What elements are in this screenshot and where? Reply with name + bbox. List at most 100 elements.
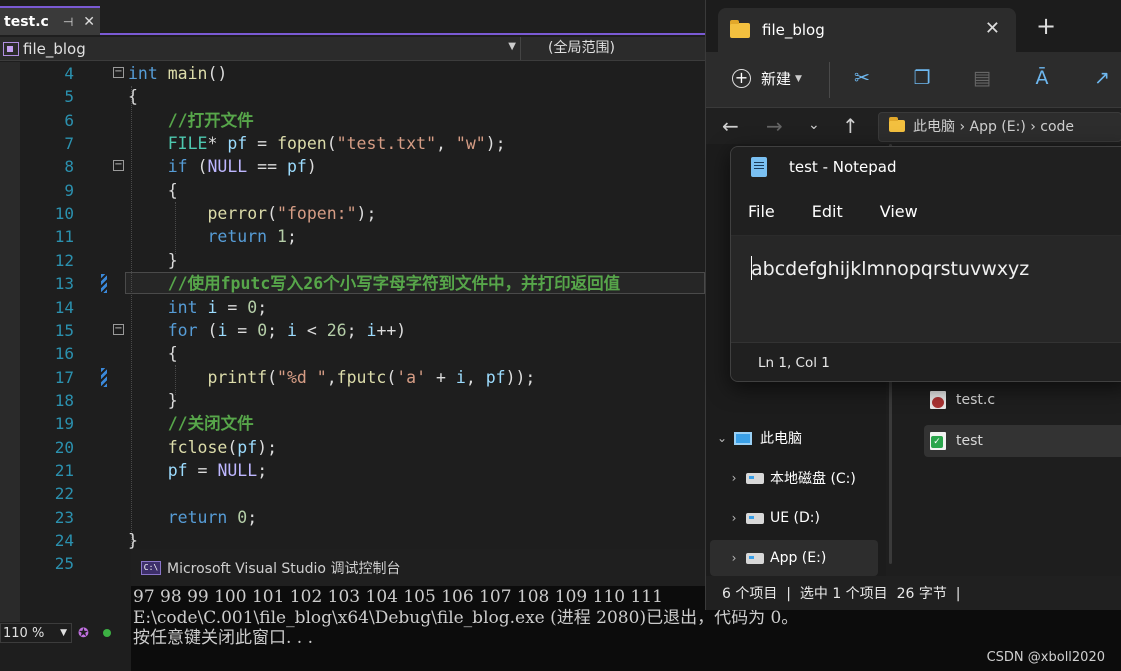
code-text: } bbox=[128, 390, 178, 410]
file-item-test[interactable]: test bbox=[924, 425, 1121, 457]
line-number: 12 bbox=[54, 250, 74, 270]
close-tab-icon[interactable]: ✕ bbox=[83, 14, 95, 30]
expand-chevron-icon[interactable]: › bbox=[722, 511, 746, 525]
explorer-status-bar: 6 个项目 | 选中 1 个项目 26 字节 | bbox=[706, 576, 1121, 610]
code-line[interactable]: 21 pf = NULL; bbox=[0, 459, 705, 482]
menu-view[interactable]: View bbox=[880, 202, 918, 221]
code-line[interactable]: 4 − int main() bbox=[0, 62, 705, 85]
line-number: 17 bbox=[54, 367, 74, 387]
line-number: 6 bbox=[64, 110, 74, 130]
code-line[interactable]: 17 printf("%d ",fputc('a' + i, pf)); bbox=[0, 366, 705, 389]
tab-test-c[interactable]: test.c ⊣ ✕ bbox=[0, 6, 100, 35]
notepad-status-bar: Ln 1, Col 1 bbox=[731, 342, 1121, 381]
menu-file[interactable]: File bbox=[748, 202, 775, 221]
code-line[interactable]: 18 } bbox=[0, 389, 705, 412]
sidebar-item-label: UE (D:) bbox=[770, 510, 820, 526]
expand-chevron-icon[interactable]: › bbox=[722, 551, 746, 565]
line-number: 23 bbox=[54, 507, 74, 527]
share-icon[interactable]: ↗ bbox=[1090, 66, 1114, 90]
new-tab-button[interactable]: + bbox=[1036, 12, 1056, 40]
code-text: return 1; bbox=[207, 227, 297, 247]
expand-chevron-icon[interactable]: ⌄ bbox=[710, 431, 734, 445]
desktop: test.c ⊣ ✕ file_blog ▼ (全局范围) 4− int main… bbox=[0, 0, 1121, 671]
code-text: printf("%d ",fputc('a' + i, pf)); bbox=[207, 367, 536, 387]
code-line[interactable]: 19 //关闭文件 bbox=[0, 412, 705, 435]
sidebar-item-drive-c[interactable]: › 本地磁盘 (C:) bbox=[710, 460, 878, 496]
code-line[interactable]: 23 return 0; bbox=[0, 506, 705, 529]
sidebar-item-this-pc[interactable]: ⌄ 此电脑 bbox=[710, 420, 878, 456]
notepad-icon bbox=[751, 157, 767, 177]
chevron-down-icon: ▼ bbox=[508, 41, 516, 52]
code-text: pf = NULL; bbox=[167, 460, 268, 480]
copy-icon[interactable]: ❐ bbox=[910, 66, 934, 90]
code-line[interactable]: 13 //使用fputc写入26个小写字母字符到文件中，并打印返回值 bbox=[0, 272, 705, 295]
copilot-icon[interactable]: ✪ bbox=[78, 626, 89, 641]
collapse-icon[interactable]: − bbox=[113, 323, 124, 335]
line-number: 7 bbox=[64, 134, 74, 154]
code-editor[interactable]: 4− int main() 5{6 //打开文件 7 FILE* pf = fopen… bbox=[0, 62, 705, 622]
paste-icon[interactable]: ▤ bbox=[970, 66, 994, 90]
notepad-title-bar[interactable]: test - Notepad bbox=[731, 147, 1121, 187]
console-title: Microsoft Visual Studio 调试控制台 bbox=[167, 560, 401, 577]
code-text: perror("fopen:"); bbox=[207, 204, 377, 224]
notepad-window[interactable]: test - Notepad File Edit View abcdefghij… bbox=[730, 146, 1121, 382]
collapse-icon[interactable]: − bbox=[113, 160, 124, 172]
line-number: 4 bbox=[64, 64, 74, 83]
code-line[interactable]: 5{ bbox=[0, 85, 705, 108]
line-number: 13 bbox=[54, 274, 74, 294]
new-button-label: 新建 bbox=[761, 70, 792, 88]
code-text: //使用fputc写入26个小写字母字符到文件中，并打印返回值 bbox=[167, 274, 621, 294]
file-item-test-c[interactable]: test.c bbox=[924, 384, 1121, 416]
code-line[interactable]: 8 − if (NULL == pf) bbox=[0, 155, 705, 178]
notepad-title: test - Notepad bbox=[789, 158, 897, 176]
sidebar-item-label: 此电脑 bbox=[760, 431, 802, 447]
code-line[interactable]: 9 { bbox=[0, 179, 705, 202]
code-line[interactable]: 11 return 1; bbox=[0, 225, 705, 248]
code-line[interactable]: 10 perror("fopen:"); bbox=[0, 202, 705, 225]
code-line[interactable]: 20 fclose(pf); bbox=[0, 436, 705, 459]
c-source-file-icon bbox=[930, 391, 946, 409]
expand-chevron-icon[interactable]: › bbox=[722, 471, 746, 485]
sidebar-item-label: 本地磁盘 (C:) bbox=[770, 471, 856, 487]
code-line[interactable]: 14 int i = 0; bbox=[0, 296, 705, 319]
cut-icon[interactable]: ✂ bbox=[850, 66, 874, 90]
notepad-text-area[interactable]: abcdefghijklmnopqrstuvwxyz bbox=[731, 236, 1121, 342]
code-line[interactable]: 7 FILE* pf = fopen("test.txt", "w"); bbox=[0, 132, 705, 155]
zoom-dropdown[interactable]: 110 % ▼ bbox=[0, 623, 72, 643]
vs-navigation-bar: file_blog ▼ (全局范围) bbox=[0, 37, 705, 61]
sidebar-item-drive-e[interactable]: › App (E:) bbox=[710, 540, 878, 576]
code-text: if (NULL == pf) bbox=[167, 157, 317, 177]
address-bar[interactable]: 此电脑 › App (E:) › code bbox=[878, 112, 1121, 142]
menu-edit[interactable]: Edit bbox=[812, 202, 843, 221]
code-line[interactable]: 22 bbox=[0, 482, 705, 505]
code-text: int main() bbox=[128, 64, 228, 83]
drive-icon bbox=[746, 472, 764, 484]
pin-icon[interactable]: ⊣ bbox=[63, 15, 73, 29]
watermark: CSDN @xboll2020 bbox=[986, 650, 1105, 665]
line-number: 10 bbox=[54, 204, 74, 224]
forward-arrow-icon[interactable]: → bbox=[766, 114, 783, 138]
line-number: 11 bbox=[54, 227, 74, 247]
explorer-tab[interactable]: file_blog ✕ bbox=[718, 8, 1016, 52]
new-button[interactable]: + 新建 ▼ bbox=[732, 68, 802, 89]
recent-chevron-icon[interactable]: ⌄ bbox=[808, 117, 820, 133]
code-line[interactable]: 16 { bbox=[0, 342, 705, 365]
rename-icon[interactable]: Ā bbox=[1030, 66, 1054, 90]
code-line[interactable]: 6 //打开文件 bbox=[0, 109, 705, 132]
sidebar-item-drive-d[interactable]: › UE (D:) bbox=[710, 500, 878, 536]
code-line[interactable]: 12 } bbox=[0, 249, 705, 272]
up-arrow-icon[interactable]: ↑ bbox=[842, 114, 859, 138]
code-line[interactable]: 15 − for (i = 0; i < 26; i++) bbox=[0, 319, 705, 342]
project-dropdown[interactable]: file_blog ▼ bbox=[0, 37, 520, 60]
folder-icon bbox=[889, 117, 905, 132]
file-name: test.c bbox=[956, 392, 996, 408]
plus-icon: + bbox=[732, 69, 751, 88]
drive-icon bbox=[746, 552, 764, 564]
close-tab-icon[interactable]: ✕ bbox=[985, 18, 1000, 39]
back-arrow-icon[interactable]: ← bbox=[722, 114, 739, 138]
console-output-line: 97 98 99 100 101 102 103 104 105 106 107… bbox=[133, 587, 663, 607]
scope-dropdown[interactable]: (全局范围) bbox=[520, 37, 705, 60]
vs-status-bar: 110 % ▼ ✪ bbox=[0, 622, 135, 644]
change-marker bbox=[101, 367, 107, 387]
collapse-icon[interactable]: − bbox=[113, 67, 124, 78]
